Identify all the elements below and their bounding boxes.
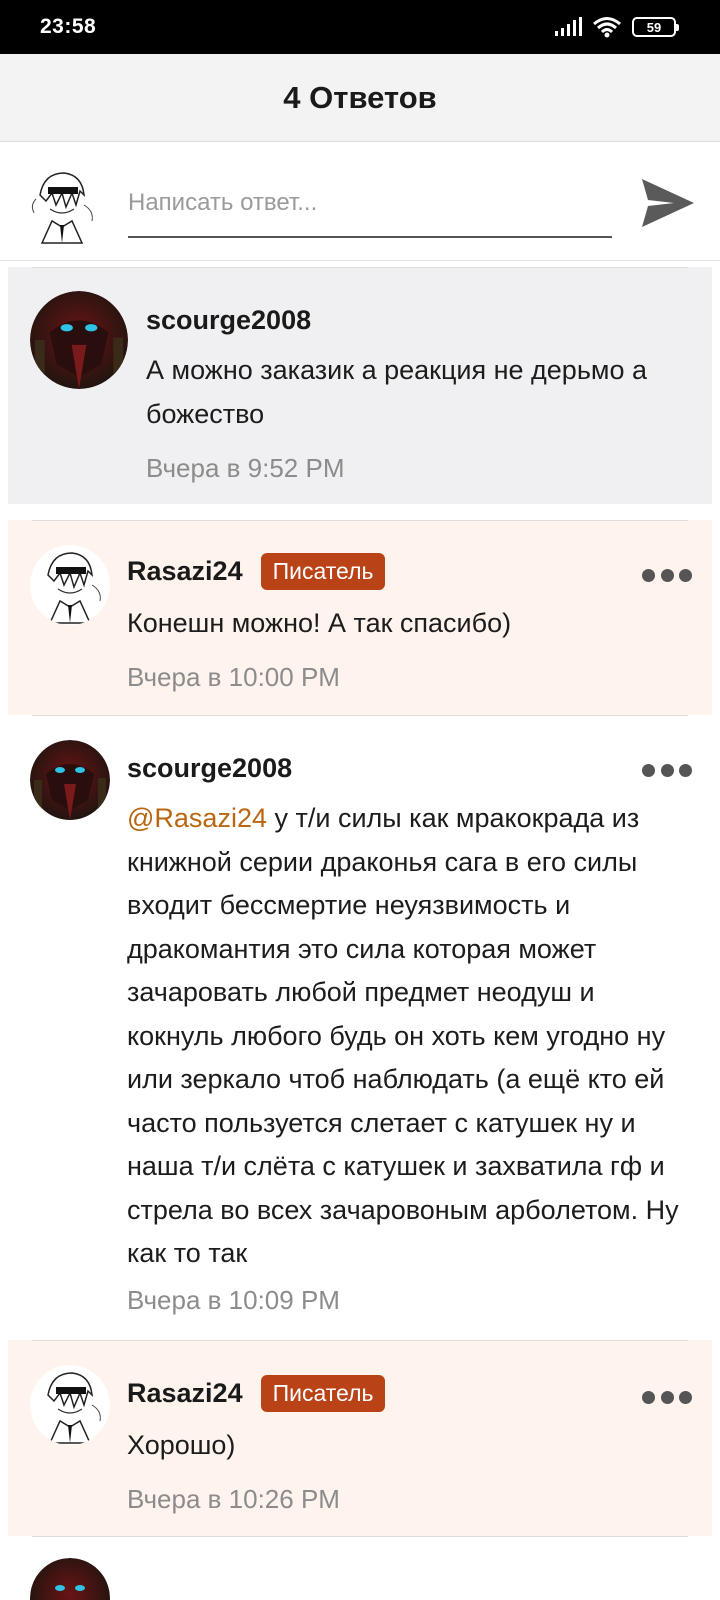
comment-body: у т/и силы как мракокрада из книжной сер… [127, 803, 679, 1268]
divider [32, 1340, 688, 1341]
wifi-icon [593, 17, 621, 38]
header: 4 Ответов [0, 54, 720, 142]
comment-text: Хорошо) [127, 1430, 236, 1460]
comment-item: scourge2008 А можно заказик а реакция не… [8, 267, 712, 504]
name-row: scourge2008 [127, 753, 292, 784]
timestamp: Вчера в 10:00 PM [127, 662, 340, 692]
status-icons: 59 [554, 16, 679, 38]
more-icon[interactable] [642, 565, 692, 585]
name-row: scourge2008 [146, 305, 311, 336]
page-title: 4 Ответов [283, 79, 437, 115]
divider [32, 715, 688, 716]
avatar [23, 166, 101, 244]
username[interactable]: Rasazi24 [127, 1378, 243, 1409]
timestamp: Вчера в 10:26 PM [127, 1484, 340, 1514]
avatar[interactable] [30, 1558, 110, 1600]
comment-item: Rasazi24 Писатель Хорошо) Вчера в 10:26 … [8, 1340, 712, 1536]
mention-link[interactable]: @Rasazi24 [127, 803, 267, 833]
status-time: 23:58 [40, 15, 97, 38]
more-icon[interactable] [642, 760, 692, 780]
username[interactable]: scourge2008 [146, 305, 311, 336]
comments-feed: scourge2008 А можно заказик а реакция не… [0, 262, 720, 1600]
divider [32, 1536, 688, 1537]
name-row: Rasazi24 Писатель [127, 1375, 386, 1412]
writer-badge: Писатель [260, 1375, 386, 1412]
more-icon[interactable] [642, 1387, 692, 1407]
divider [32, 267, 688, 268]
writer-badge: Писатель [260, 553, 386, 590]
comment-text: @Rasazi24 у т/и силы как мракокрада из к… [127, 797, 697, 1276]
reply-input[interactable] [128, 176, 612, 238]
comment-item: Rasazi24 Писатель Конешн можно! А так сп… [8, 520, 712, 715]
avatar[interactable] [30, 291, 128, 389]
username[interactable]: scourge2008 [127, 753, 292, 784]
status-bar: 23:58 59 [0, 0, 720, 54]
signal-icon [555, 17, 582, 36]
battery-level: 59 [646, 19, 662, 35]
avatar[interactable] [30, 545, 110, 625]
comment-text: Конешн можно! А так спасибо) [127, 608, 512, 638]
battery-icon: 59 [632, 17, 679, 37]
name-row: Rasazi24 Писатель [127, 553, 386, 590]
comment-item: scourge2008 @Rasazi24 у т/и силы как мра… [8, 715, 712, 1340]
avatar[interactable] [30, 740, 110, 820]
comment-text: А можно заказик а реакция не дерьмо а бо… [146, 355, 647, 429]
timestamp: Вчера в 9:52 PM [146, 453, 345, 483]
username[interactable]: Rasazi24 [127, 556, 243, 587]
reply-composer [0, 143, 720, 261]
avatar[interactable] [30, 1365, 110, 1445]
divider [32, 520, 688, 521]
send-icon[interactable] [638, 173, 698, 233]
timestamp: Вчера в 10:09 PM [127, 1285, 340, 1315]
comment-item [8, 1536, 712, 1600]
